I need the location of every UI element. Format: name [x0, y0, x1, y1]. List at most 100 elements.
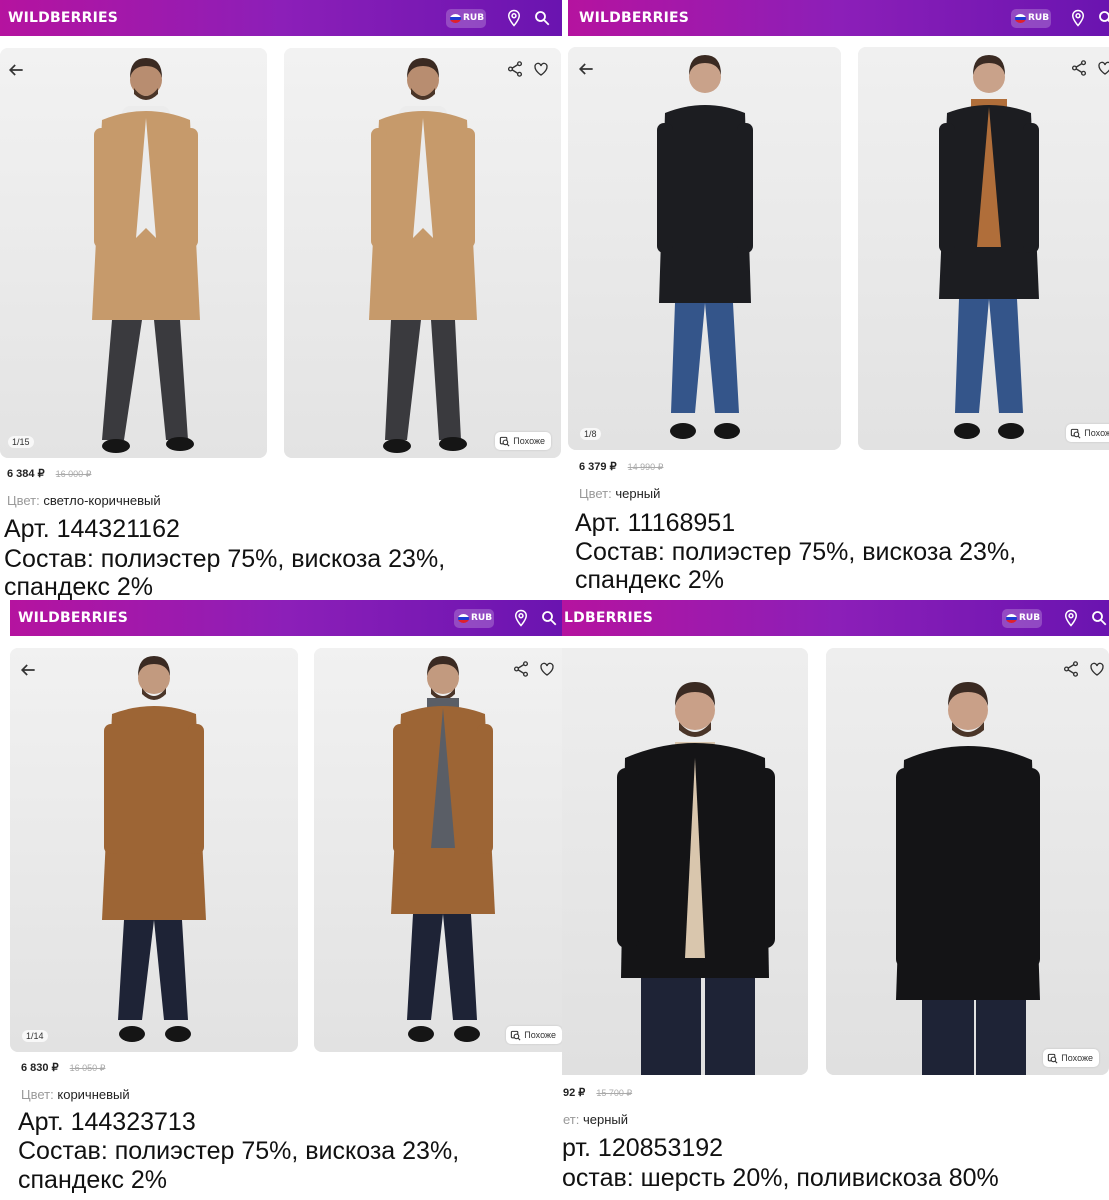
similar-label: Похоже — [1061, 1053, 1093, 1063]
currency-label: RUB — [471, 613, 493, 623]
color-label: Цвет: — [7, 493, 40, 508]
product-photo-main[interactable] — [562, 648, 808, 1075]
old-price: 14 990 ₽ — [627, 462, 664, 472]
search-icon[interactable] — [533, 9, 551, 27]
brand-logo[interactable]: LDBERRIES — [564, 610, 653, 626]
share-icon[interactable] — [506, 60, 524, 78]
similar-label: Похоже — [1084, 428, 1109, 438]
composition-line-1: Состав: полиэстер 75%, вискоза 23%, — [575, 538, 1017, 566]
photo-counter: 1/8 — [580, 428, 601, 440]
back-arrow-icon[interactable] — [6, 60, 26, 80]
old-price: 15 700 ₽ — [596, 1088, 633, 1098]
current-price: 6 379 ₽ — [579, 461, 617, 473]
product-panel-4: LDBERRIES RUB Похоже 92 ₽ 15 700 ₽ ет: ч… — [562, 600, 1109, 1200]
composition-line-1: остав: шерсть 20%, поливискоза 80% — [562, 1164, 999, 1192]
app-header: LDBERRIES RUB — [562, 600, 1109, 636]
current-price: 92 ₽ — [563, 1087, 586, 1099]
article-number: Арт. 11168951 — [575, 509, 736, 537]
model-photo — [391, 656, 495, 1042]
color-label: ет: — [563, 1112, 580, 1127]
composition-line-2: спандекс 2% — [575, 566, 725, 594]
product-panel-2: WILDBERRIES RUB 1/8 Похож 6 379 ₽ 14 990… — [568, 0, 1109, 600]
color-row: Цвет: черный — [579, 486, 660, 501]
old-price: 16 000 ₽ — [55, 469, 92, 479]
back-arrow-icon[interactable] — [18, 660, 38, 680]
heart-icon[interactable] — [538, 660, 556, 678]
price-row: 6 379 ₽ 14 990 ₽ — [579, 460, 663, 473]
location-pin-icon[interactable] — [1069, 9, 1087, 27]
article-number: Арт. 144321162 — [4, 515, 180, 543]
product-photo-main[interactable]: 1/15 — [0, 48, 267, 458]
color-value: черный — [615, 486, 661, 501]
color-row: ет: черный — [563, 1112, 628, 1127]
model-photo — [368, 58, 477, 453]
brand-logo[interactable]: WILDBERRIES — [8, 10, 118, 26]
price-row: 6 384 ₽ 16 000 ₽ — [7, 467, 91, 480]
color-value: коричневый — [57, 1087, 130, 1102]
share-icon[interactable] — [1070, 59, 1088, 77]
share-icon[interactable] — [1062, 660, 1080, 678]
share-icon[interactable] — [512, 660, 530, 678]
back-arrow-icon[interactable] — [576, 59, 596, 79]
model-photo — [939, 55, 1039, 439]
current-price: 6 830 ₽ — [21, 1062, 59, 1074]
search-icon[interactable] — [1090, 609, 1108, 627]
similar-button[interactable]: Похоже — [1043, 1049, 1099, 1067]
similar-search-icon — [500, 436, 510, 446]
color-value: светло-коричневый — [43, 493, 161, 508]
similar-search-icon — [1048, 1053, 1058, 1063]
heart-icon[interactable] — [532, 60, 550, 78]
product-panel-1: WILDBERRIES RUB 1/15 Похоже 6 384 ₽ 16 0… — [0, 0, 562, 600]
product-photo-secondary[interactable]: Похоже — [284, 48, 561, 458]
currency-selector[interactable]: RUB — [1002, 609, 1042, 628]
app-header: WILDBERRIES RUB — [568, 0, 1109, 36]
composition-line-1: Состав: полиэстер 75%, вискоза 23%, — [18, 1137, 460, 1165]
price-row: 92 ₽ 15 700 ₽ — [563, 1086, 632, 1099]
currency-selector[interactable]: RUB — [446, 9, 486, 28]
brand-logo[interactable]: WILDBERRIES — [18, 610, 128, 626]
heart-icon[interactable] — [1096, 59, 1109, 77]
current-price: 6 384 ₽ — [7, 468, 45, 480]
russia-flag-icon — [1015, 14, 1026, 23]
photo-counter: 1/15 — [8, 436, 34, 448]
price-row: 6 830 ₽ 16 050 ₽ — [21, 1061, 105, 1074]
currency-label: RUB — [1019, 613, 1041, 623]
location-pin-icon[interactable] — [505, 9, 523, 27]
search-icon[interactable] — [540, 609, 558, 627]
model-photo — [617, 682, 775, 1075]
color-row: Цвет: светло-коричневый — [7, 493, 161, 508]
product-photo-secondary[interactable]: Похоже — [826, 648, 1109, 1075]
similar-search-icon — [511, 1030, 521, 1040]
similar-button[interactable]: Похоже — [506, 1026, 562, 1044]
color-value: черный — [583, 1112, 629, 1127]
currency-selector[interactable]: RUB — [1011, 9, 1051, 28]
article-number: Арт. 144323713 — [18, 1108, 196, 1136]
product-photo-main[interactable]: 1/8 — [568, 47, 841, 450]
similar-label: Похоже — [513, 436, 545, 446]
old-price: 16 050 ₽ — [69, 1063, 106, 1073]
currency-label: RUB — [463, 13, 485, 23]
model-photo — [102, 656, 206, 1042]
product-photo-secondary[interactable]: Похоже — [314, 648, 562, 1052]
currency-selector[interactable]: RUB — [454, 609, 494, 628]
similar-search-icon — [1071, 428, 1081, 438]
product-photo-main[interactable]: 1/14 — [10, 648, 298, 1052]
color-label: Цвет: — [579, 486, 612, 501]
similar-button[interactable]: Похоже — [495, 432, 551, 450]
color-label: Цвет: — [21, 1087, 54, 1102]
article-number: рт. 120853192 — [562, 1134, 724, 1162]
model-photo — [91, 58, 200, 453]
product-photo-secondary[interactable]: Похоже — [858, 47, 1109, 450]
location-pin-icon[interactable] — [1062, 609, 1080, 627]
currency-label: RUB — [1028, 13, 1050, 23]
search-icon[interactable] — [1097, 9, 1109, 27]
app-header: WILDBERRIES RUB — [10, 600, 562, 636]
composition-line-1: Состав: полиэстер 75%, вискоза 23%, — [4, 545, 446, 573]
brand-logo[interactable]: WILDBERRIES — [579, 10, 689, 26]
heart-icon[interactable] — [1088, 660, 1106, 678]
photo-counter: 1/14 — [22, 1030, 48, 1042]
similar-button[interactable]: Похоже — [1066, 424, 1109, 442]
russia-flag-icon — [450, 14, 461, 23]
location-pin-icon[interactable] — [512, 609, 530, 627]
color-row: Цвет: коричневый — [21, 1087, 130, 1102]
